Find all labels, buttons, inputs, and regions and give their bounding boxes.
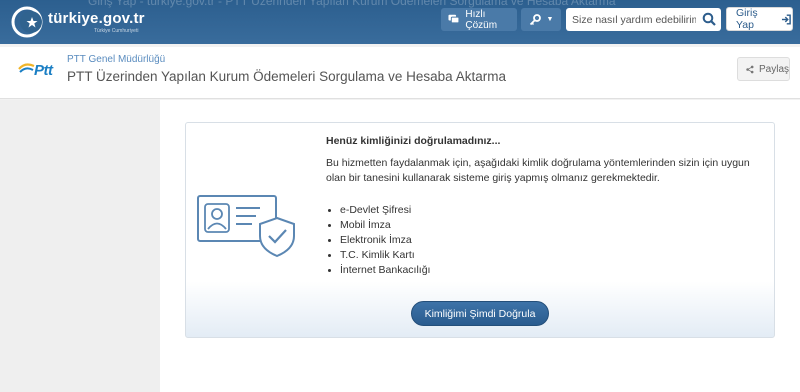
share-icon	[746, 65, 754, 73]
verify-identity-button[interactable]: Kimliğimi Şimdi Doğrula	[411, 301, 549, 326]
left-sidebar	[0, 100, 160, 392]
main-content: Henüz kimliğinizi doğrulamadınız... Bu h…	[160, 100, 800, 392]
ptt-logo: Ptt	[18, 61, 64, 81]
login-label: Giriş Yap	[736, 7, 758, 31]
search-box[interactable]	[566, 8, 721, 31]
ptt-logo-text: Ptt	[34, 62, 53, 79]
page-header: Ptt PTT Genel Müdürlüğü PTT Üzerinden Ya…	[0, 47, 800, 99]
brand-tagline: Türkiye Cumhuriyeti	[94, 28, 139, 34]
crescent-star-icon	[11, 6, 43, 38]
login-button[interactable]: Giriş Yap	[726, 7, 793, 31]
auth-method-internet-banking: İnternet Bankacılığı	[326, 263, 430, 278]
share-button[interactable]: Paylaş	[737, 57, 790, 81]
auth-method-mobile-signature: Mobil İmza	[326, 218, 430, 233]
brand-name: türkiye.gov.tr	[48, 10, 145, 27]
search-icon[interactable]	[702, 12, 717, 27]
turkiye-gov-logo[interactable]: türkiye.gov.tr Türkiye Cumhuriyeti	[10, 5, 160, 39]
auth-methods-list: e-Devlet Şifresi Mobil İmza Elektronik İ…	[326, 203, 430, 278]
auth-description: Bu hizmetten faydalanmak için, aşağıdaki…	[326, 157, 750, 184]
org-link[interactable]: PTT Genel Müdürlüğü	[67, 54, 165, 65]
ghost-window-title: Giriş Yap - türkiye.gov.tr - PTT Üzerind…	[88, 0, 616, 8]
quick-solution-button[interactable]: Hızlı Çözüm	[441, 8, 517, 31]
sign-in-icon	[782, 13, 792, 25]
access-menu-button[interactable]: ▼	[521, 8, 561, 31]
chat-icon	[448, 14, 460, 24]
auth-method-id-card: T.C. Kimlik Kartı	[326, 248, 430, 263]
share-label: Paylaş	[758, 63, 789, 75]
auth-required-card: Henüz kimliğinizi doğrulamadınız... Bu h…	[185, 122, 775, 338]
auth-method-edevlet: e-Devlet Şifresi	[326, 203, 430, 218]
page-title: PTT Üzerinden Yapılan Kurum Ödemeleri So…	[67, 69, 506, 84]
top-bar: Giriş Yap - türkiye.gov.tr - PTT Üzerind…	[0, 0, 800, 44]
id-card-shield-icon	[197, 195, 295, 258]
auth-method-e-signature: Elektronik İmza	[326, 233, 430, 248]
key-icon	[529, 13, 541, 25]
search-input[interactable]	[566, 8, 696, 31]
auth-title: Henüz kimliğinizi doğrulamadınız...	[326, 135, 501, 147]
quick-solution-label: Hızlı Çözüm	[465, 8, 498, 31]
chevron-down-icon: ▼	[546, 16, 554, 23]
